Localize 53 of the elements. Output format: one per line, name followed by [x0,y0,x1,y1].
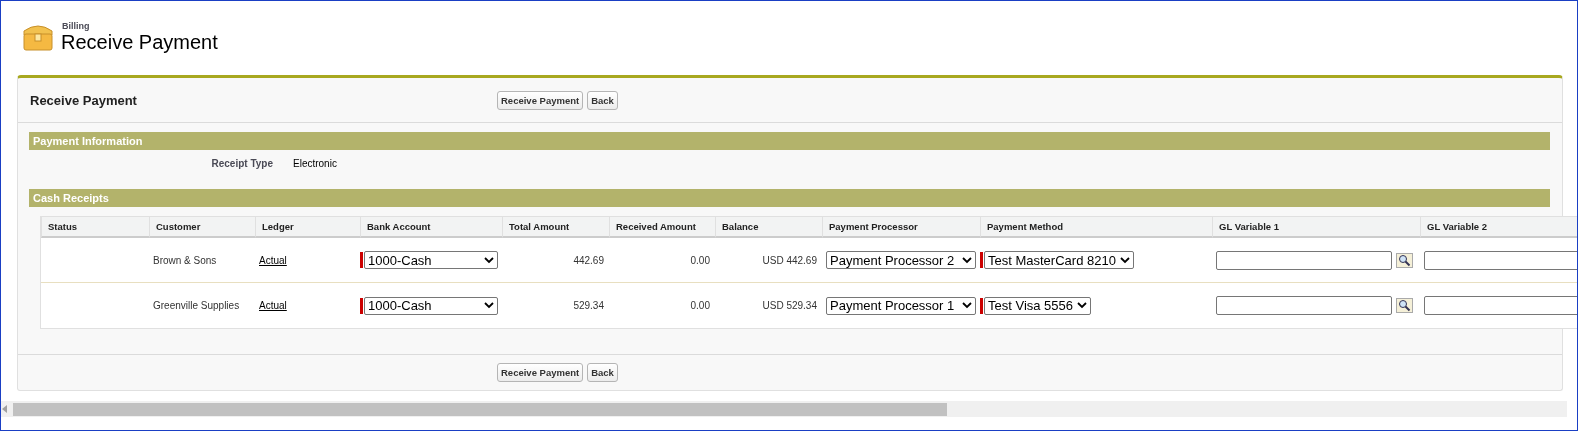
table-cell: USD 442.69 [762,254,817,266]
input-field[interactable] [1216,250,1392,270]
column-header: Payment Processor [822,217,980,238]
ledger-link[interactable]: Actual [259,300,287,311]
table-cell: 529.34 [573,300,604,311]
action-button[interactable]: Back [587,363,618,382]
action-button[interactable]: Back [587,90,618,110]
column-header: Customer [149,217,255,238]
input-field[interactable] [1424,296,1577,315]
table-cell: USD 529.34 [762,300,817,311]
dropdown[interactable]: 1000-Cash [364,251,498,269]
panel-title: Receive Payment [30,92,138,108]
input-field[interactable] [1424,250,1577,270]
column-header: GL Variable 2 [1420,217,1577,238]
ledger-link[interactable]: Actual [259,254,287,266]
chevron-down-icon [484,256,494,264]
chevron-down-icon [1077,302,1088,309]
action-button[interactable]: Receive Payment [497,90,584,110]
table-cell: 0.00 [690,254,710,266]
dropdown[interactable]: Payment Processor 1 [826,296,976,315]
dropdown[interactable]: Test Visa 5556 [984,296,1092,315]
scroll-thumb[interactable] [13,402,947,416]
column-header: Payment Method [980,217,1212,238]
search-icon[interactable] [1396,252,1413,268]
table-cell: Greenville Supplies [153,300,240,311]
field-label: Receipt Type [210,158,274,171]
left-arrow-icon[interactable] [2,405,8,413]
column-header: Ledger [255,217,360,238]
section-header: Cash Receipts [29,189,1550,207]
dropdown[interactable]: Test MasterCard 8210 [984,251,1134,269]
chevron-down-icon [1119,256,1130,264]
app-label: Billing [62,21,91,31]
chevron-down-icon [962,302,972,309]
scrollbar[interactable] [1,401,1567,417]
column-header: Balance [715,217,822,238]
chevron-down-icon [484,302,494,309]
dropdown[interactable]: 1000-Cash [364,296,498,315]
dropdown[interactable]: Payment Processor 2 [826,251,976,269]
column-header: Total Amount [502,217,609,238]
action-button[interactable]: Receive Payment [497,363,584,382]
column-header: Bank Account [360,217,502,238]
input-field[interactable] [1216,296,1392,315]
column-header: Received Amount [609,217,715,238]
table-cell: 0.00 [690,300,710,311]
table-cell: 442.69 [573,254,604,266]
table-cell: Brown & Sons [153,254,217,266]
column-header: Status [41,217,149,238]
field-value: Electronic [293,158,337,171]
column-header: GL Variable 1 [1212,217,1420,238]
search-icon[interactable] [1396,298,1413,313]
section-header: Payment Information [29,132,1550,150]
page-title: Receive Payment [61,31,218,53]
chevron-down-icon [962,256,972,264]
